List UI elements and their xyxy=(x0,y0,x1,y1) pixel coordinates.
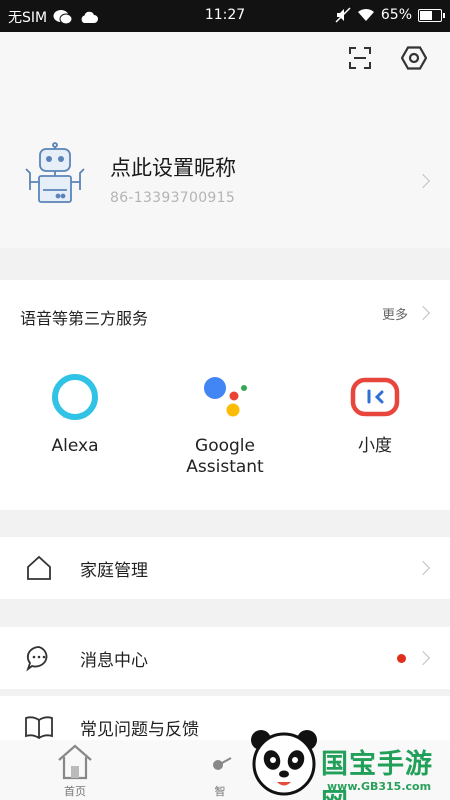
status-bar: 无SIM 11:27 65% xyxy=(0,0,450,32)
nav-home[interactable]: 首页 xyxy=(50,742,100,799)
google-assistant-icon xyxy=(204,377,247,417)
nav-label: 智 xyxy=(214,785,226,798)
settings-icon[interactable] xyxy=(400,44,428,72)
book-icon xyxy=(25,716,53,740)
third-party-services: 语音等第三方服务 更多 Alexa Google Assistant 小度 xyxy=(0,280,450,510)
mute-icon xyxy=(335,7,351,23)
robot-avatar xyxy=(25,142,85,203)
service-label: Alexa xyxy=(51,436,99,456)
chat-bubble-icon xyxy=(26,646,48,672)
profile-card[interactable]: 点此设置昵称 86-13393700915 xyxy=(0,142,450,222)
row-label: 消息中心 xyxy=(80,651,148,671)
home-nav-icon xyxy=(58,744,92,780)
row-label: 常见问题与反馈 xyxy=(80,720,199,740)
nav-smart[interactable]: 智 xyxy=(200,742,240,799)
row-label: 家庭管理 xyxy=(80,561,148,581)
panda-logo xyxy=(251,730,317,796)
phone-number: 86-13393700915 xyxy=(110,190,236,206)
alexa-icon xyxy=(52,374,98,420)
chevron-right-icon xyxy=(415,650,431,666)
smart-nav-icon xyxy=(213,757,232,770)
scan-icon[interactable] xyxy=(346,44,374,72)
service-google-assistant[interactable]: Google Assistant xyxy=(150,372,300,478)
nickname-label[interactable]: 点此设置昵称 xyxy=(110,152,236,182)
chevron-right-icon[interactable] xyxy=(415,305,431,321)
chevron-right-icon xyxy=(415,173,431,189)
home-management-row[interactable]: 家庭管理 xyxy=(0,537,450,599)
xiaodu-icon xyxy=(350,377,400,417)
service-xiaodu[interactable]: 小度 xyxy=(300,372,450,457)
watermark-url: www.GB315.com xyxy=(327,780,432,793)
service-label: 小度 xyxy=(358,436,392,456)
house-icon xyxy=(27,555,51,580)
notification-dot xyxy=(397,654,406,663)
watermark: 国宝手游网 www.GB315.com xyxy=(245,722,450,800)
profile-header: 点此设置昵称 86-13393700915 xyxy=(0,32,450,248)
battery-icon xyxy=(418,8,445,22)
message-center-row[interactable]: 消息中心 xyxy=(0,627,450,689)
service-alexa[interactable]: Alexa xyxy=(0,372,150,457)
service-label: Google Assistant xyxy=(186,436,264,477)
services-more-link[interactable]: 更多 xyxy=(382,304,408,323)
battery-percent: 65% xyxy=(380,7,412,23)
nav-label: 首页 xyxy=(64,785,86,798)
wifi-icon xyxy=(357,8,374,21)
services-title: 语音等第三方服务 xyxy=(20,309,149,328)
chevron-right-icon xyxy=(415,560,431,576)
